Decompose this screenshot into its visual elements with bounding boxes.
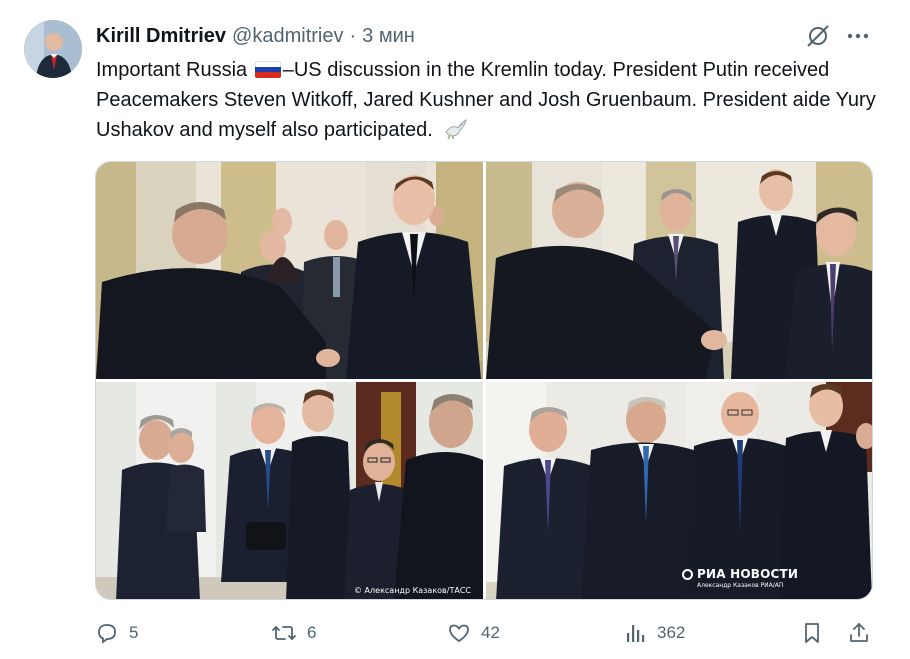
dove-icon xyxy=(444,118,468,149)
ria-title: РИА НОВОСТИ xyxy=(697,567,799,581)
separator: · xyxy=(349,24,357,47)
tweet-text: Important Russia –US discussion in the K… xyxy=(96,55,886,149)
photo-4[interactable]: РИА НОВОСТИ Александр Казаков РИА/АП xyxy=(486,382,872,599)
views-count: 362 xyxy=(657,623,686,642)
photo-2[interactable] xyxy=(486,162,872,379)
tweet-header: Kirill Dmitriev @kadmitriev · 3 мин xyxy=(96,22,415,50)
share-button[interactable] xyxy=(847,618,881,648)
reply-button[interactable]: 5 xyxy=(95,618,138,648)
photo-1[interactable] xyxy=(96,162,483,379)
views-icon xyxy=(627,625,645,642)
avatar[interactable] xyxy=(24,20,82,78)
author-name[interactable]: Kirill Dmitriev xyxy=(96,25,226,48)
like-button[interactable]: 42 xyxy=(447,618,500,648)
photo-3[interactable]: © Александр Казаков/ТАСС xyxy=(96,382,483,599)
reply-count: 5 xyxy=(129,623,139,642)
retweet-icon xyxy=(272,626,296,640)
ria-logo-icon xyxy=(682,568,693,580)
reply-icon xyxy=(98,624,116,644)
share-icon xyxy=(850,623,868,642)
like-icon xyxy=(449,624,469,643)
retweet-count: 6 xyxy=(307,623,317,642)
views-button[interactable]: 362 xyxy=(625,618,685,648)
action-bar: 5 6 42 362 xyxy=(95,618,875,648)
more-icon[interactable] xyxy=(844,22,872,50)
retweet-button[interactable]: 6 xyxy=(271,618,316,648)
russia-flag-icon xyxy=(254,61,281,78)
bookmark-button[interactable] xyxy=(801,618,833,648)
tweet-text-part1: Important Russia xyxy=(96,59,248,81)
ria-watermark: РИА НОВОСТИ Александр Казаков РИА/АП xyxy=(682,567,798,589)
grok-icon[interactable] xyxy=(804,22,832,50)
like-count: 42 xyxy=(481,623,500,642)
timestamp[interactable]: 3 мин xyxy=(362,25,415,48)
author-handle[interactable]: @kadmitriev xyxy=(232,25,343,48)
tweet[interactable]: Kirill Dmitriev @kadmitriev · 3 мин Impo… xyxy=(0,0,910,659)
ria-subtitle: Александр Казаков РИА/АП xyxy=(697,582,784,589)
bookmark-icon xyxy=(805,623,819,643)
photo-credit: © Александр Казаков/ТАСС xyxy=(354,586,471,595)
photo-grid: © Александр Казаков/ТАСС РИА НОВОСТИ Але… xyxy=(95,161,873,600)
